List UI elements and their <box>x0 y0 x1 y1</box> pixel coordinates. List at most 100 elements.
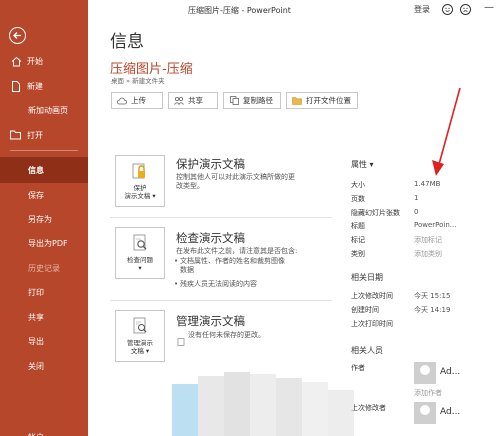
nav-save[interactable]: 保存 <box>0 184 88 206</box>
nav-label: 打开 <box>27 130 43 140</box>
add-author-link[interactable]: 添加作者 <box>414 388 442 398</box>
page-title: 信息 <box>110 32 144 52</box>
nav-label: 共享 <box>28 312 44 322</box>
nav-print[interactable]: 打印 <box>0 281 88 303</box>
date-label: 创建时间 <box>351 306 379 314</box>
folder-icon <box>292 96 302 105</box>
inspect-title: 检查演示文稿 <box>176 231 245 245</box>
nav-share[interactable]: 共享 <box>0 306 88 328</box>
protect-label-2: 演示文稿 ▾ <box>124 192 156 200</box>
related-dates-title: 相关日期 <box>351 273 383 282</box>
date-value: 今天 14:19 <box>414 306 451 314</box>
nav-export[interactable]: 导出 <box>0 330 88 352</box>
login-link[interactable]: 登录 <box>414 4 430 15</box>
annotation-arrow <box>432 87 461 176</box>
document-small-icon <box>177 331 185 346</box>
upload-label: 上传 <box>131 96 146 105</box>
nav-divider <box>10 150 78 151</box>
add-tag-field[interactable]: 添加标记 <box>414 235 442 245</box>
prop-label: 隐藏幻灯片张数 <box>351 209 400 217</box>
new-doc-icon <box>10 80 22 92</box>
nav-account[interactable]: 帐户 <box>0 426 88 436</box>
related-people-title: 相关人员 <box>351 346 383 355</box>
manage-label-2: 文稿 ▾ <box>130 347 150 355</box>
check-issues-caret: ▾ <box>138 264 142 272</box>
copy-path-label: 复制路径 <box>243 96 273 105</box>
nav-home[interactable]: 开始 <box>0 50 88 72</box>
nav-save-as[interactable]: 另存为 <box>0 208 88 230</box>
section-divider <box>110 217 332 218</box>
lock-icon <box>129 162 151 182</box>
open-file-location-button[interactable]: 打开文件位置 <box>286 92 358 109</box>
date-label: 上次修改时间 <box>351 292 393 300</box>
copy-path-button[interactable]: 复制路径 <box>223 92 281 109</box>
nav-label: 保存 <box>28 190 44 200</box>
modifier-name[interactable]: Ad... <box>440 407 460 417</box>
prop-label: 类别 <box>351 250 365 258</box>
protect-desc-2: 改类型。 <box>176 182 204 190</box>
cloud-upload-icon <box>117 96 127 105</box>
back-arrow-icon[interactable] <box>9 27 26 44</box>
properties-title[interactable]: 属性 ▾ <box>351 159 374 170</box>
nav-label: 导出为PDF <box>28 238 68 248</box>
share-button[interactable]: 共享 <box>168 92 218 109</box>
nav-export-pdf[interactable]: 导出为PDF <box>0 232 88 254</box>
nav-label: 历史记录 <box>28 263 60 273</box>
window-title: 压缩图片-压缩 - PowerPoint <box>188 6 291 15</box>
inspect-document-icon <box>129 234 151 254</box>
title-bar: 压缩图片-压缩 - PowerPoint 登录 — <box>88 0 500 22</box>
manage-document-icon <box>129 317 151 337</box>
prop-label: 标记 <box>351 236 365 244</box>
nav-new[interactable]: 新建 <box>0 75 88 97</box>
date-value: 今天 15:15 <box>414 292 451 300</box>
prop-label: 标题 <box>351 222 365 230</box>
nav-close[interactable]: 关闭 <box>0 355 88 377</box>
share-label: 共享 <box>188 96 203 105</box>
section-divider <box>110 300 332 301</box>
prop-label: 页数 <box>351 195 365 203</box>
check-issues-button[interactable]: 检查问题 ▾ <box>115 227 165 279</box>
nav-label: 帐户 <box>28 432 44 436</box>
nav-label: 关闭 <box>28 361 44 371</box>
inspect-bullet: 文档属性、作者的姓名和裁剪图像 <box>174 257 285 266</box>
author-name[interactable]: Ad... <box>440 367 460 377</box>
prop-value: 1 <box>414 194 419 202</box>
inspect-bullet: 残疾人员无法阅读的内容 <box>174 280 257 289</box>
prop-label: 大小 <box>351 181 365 189</box>
nav-label: 开始 <box>27 56 43 66</box>
add-category-field[interactable]: 添加类别 <box>414 249 442 259</box>
nav-label: 导出 <box>28 336 44 346</box>
share-icon <box>174 96 184 105</box>
nav-info[interactable]: 信息 <box>0 157 88 183</box>
minimize-button[interactable]: — <box>484 2 494 13</box>
nav-label: 新加动画页 <box>28 105 68 115</box>
check-issues-label: 检查问题 <box>127 256 153 264</box>
prop-value: 0 <box>414 208 419 216</box>
inspect-desc: 在发布此文件之前，请注意其是否包含: <box>176 247 298 255</box>
open-folder-icon <box>10 129 22 141</box>
manage-presentation-button[interactable]: 管理演示 文稿 ▾ <box>115 310 165 362</box>
nav-label: 新建 <box>27 81 43 91</box>
blurred-watermark <box>172 372 354 436</box>
date-label: 上次打印时间 <box>351 320 393 328</box>
home-icon <box>10 55 22 67</box>
manage-title: 管理演示文稿 <box>176 314 245 328</box>
protect-presentation-button[interactable]: 保护 演示文稿 ▾ <box>115 155 165 207</box>
upload-button[interactable]: 上传 <box>111 92 163 109</box>
copy-icon <box>229 96 239 105</box>
breadcrumb: 桌面 » 新建文件夹 <box>111 77 165 85</box>
author-avatar <box>414 362 436 384</box>
frown-feedback-icon[interactable] <box>460 4 471 15</box>
manage-label-1: 管理演示 <box>127 339 153 347</box>
nav-new-animation-page[interactable]: 新加动画页 <box>0 99 88 121</box>
nav-label: 信息 <box>28 165 44 175</box>
smile-feedback-icon[interactable] <box>442 4 453 15</box>
nav-history: 历史记录 <box>0 257 88 279</box>
manage-desc: 没有任何未保存的更改。 <box>188 331 265 339</box>
nav-open[interactable]: 打开 <box>0 124 88 146</box>
nav-label[interactable]: 打印 <box>28 287 44 298</box>
modifier-avatar <box>414 402 436 424</box>
open-file-location-label: 打开文件位置 <box>306 96 351 105</box>
prop-value[interactable]: PowerPoin... <box>414 221 456 229</box>
backstage-sidebar: 开始 新建 新加动画页 打开 信息 保存 另存为 导出为PDF 历史记录 打印 … <box>0 0 88 436</box>
